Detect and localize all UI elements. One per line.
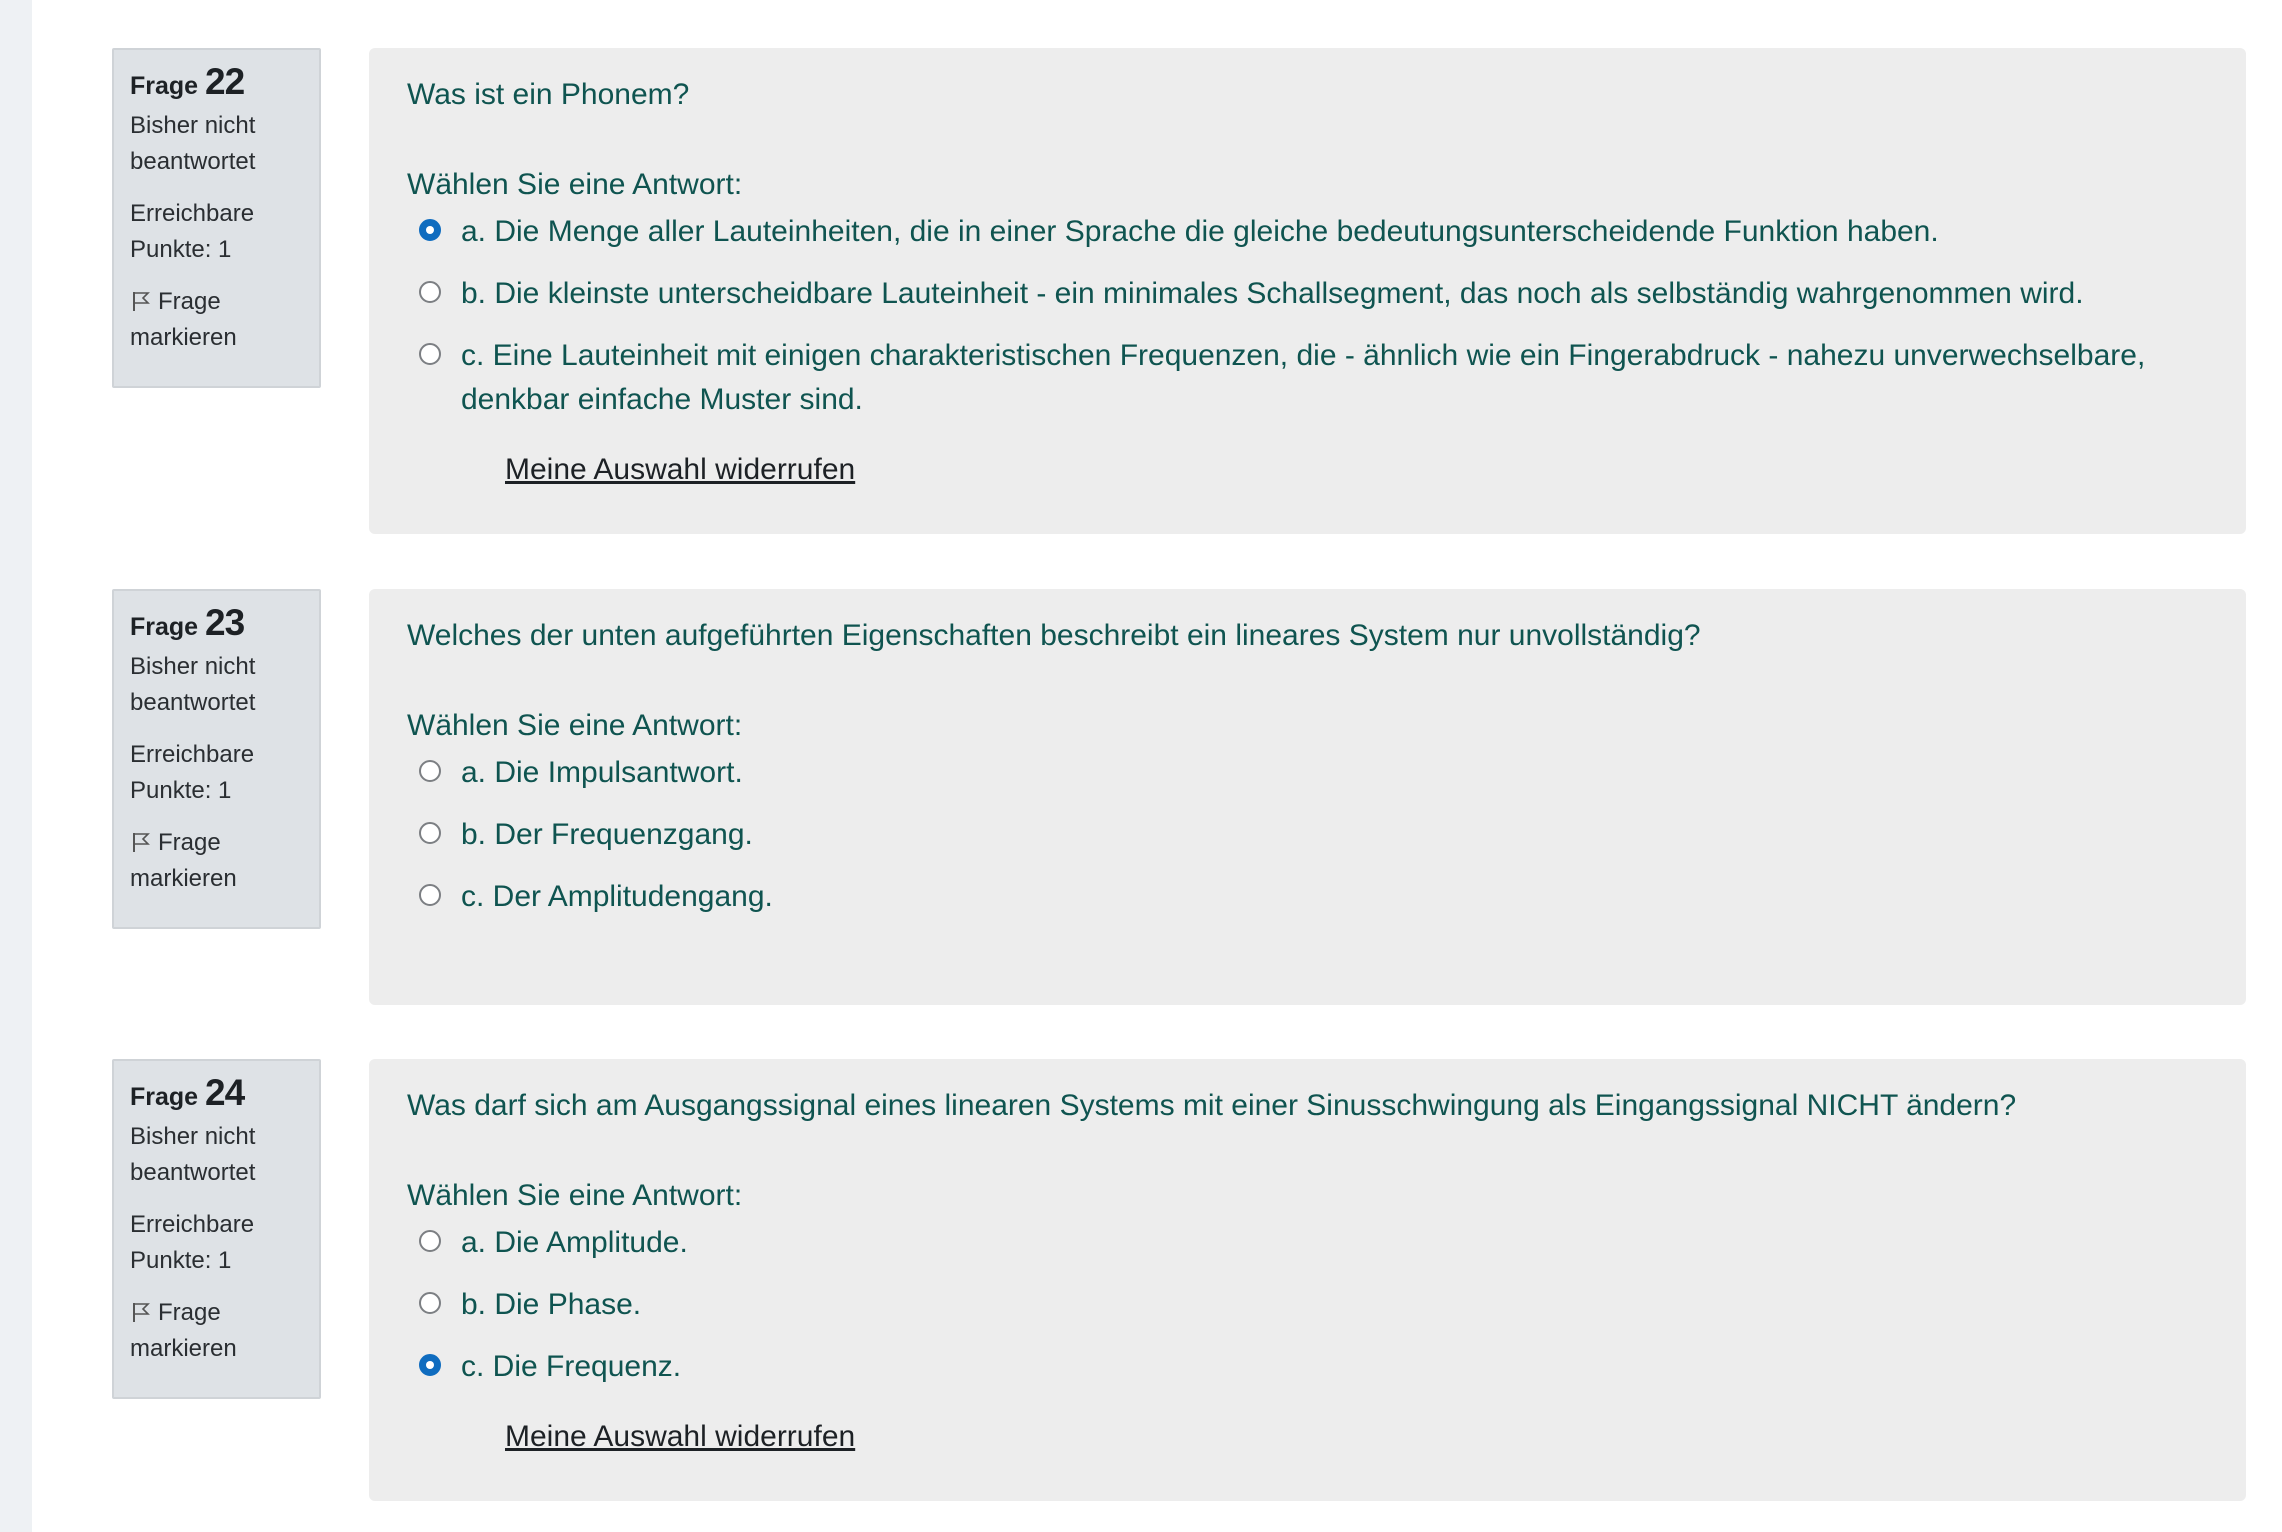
radio-button-c[interactable]: [419, 1354, 441, 1376]
question-text: Was ist ein Phonem?: [407, 78, 690, 111]
answer-option-label: a. Die Amplitude.: [461, 1226, 688, 1259]
question-content: Was ist ein Phonem? Wählen Sie eine Antw…: [369, 48, 2246, 534]
question-grade: Erreichbare Punkte: 1: [130, 200, 255, 263]
question-content: Welches der unten aufgeführten Eigenscha…: [369, 589, 2246, 1005]
question-number: Frage 22: [130, 61, 305, 104]
radio-button-b[interactable]: [419, 822, 441, 844]
flag-outline-icon: [133, 1303, 150, 1322]
flag-question-button[interactable]: Frage markieren: [130, 284, 305, 356]
radio-button-a[interactable]: [419, 219, 441, 241]
flag-question-button[interactable]: Frage markieren: [130, 1295, 305, 1367]
answer-options: a. Die Amplitude. b. Die Phase. c. Die F…: [407, 1221, 2206, 1389]
flag-outline-icon: [133, 833, 150, 852]
answer-prompt: Wählen Sie eine Antwort:: [407, 168, 743, 201]
question-grade: Erreichbare Punkte: 1: [130, 741, 255, 804]
answer-option-label: c. Der Amplitudengang.: [461, 880, 773, 913]
question-number: Frage 23: [130, 602, 305, 645]
answer-option-label: c. Eine Lauteinheit mit einigen charakte…: [461, 339, 2146, 416]
answer-option-b[interactable]: b. Der Frequenzgang.: [407, 813, 2206, 857]
question-number: Frage 24: [130, 1072, 305, 1115]
question-state: Bisher nicht beantwortet: [130, 1123, 256, 1186]
radio-button-c[interactable]: [419, 884, 441, 906]
answer-option-label: a. Die Impulsantwort.: [461, 756, 743, 789]
question-info-panel: Frage 23 Bisher nicht beantwortet Erreic…: [112, 589, 321, 929]
question-label: Frage: [130, 613, 199, 641]
question-number-value: 24: [205, 1072, 245, 1113]
answer-option-label: a. Die Menge aller Lauteinheiten, die in…: [461, 215, 1939, 248]
answer-option-a[interactable]: a. Die Menge aller Lauteinheiten, die in…: [407, 210, 2206, 254]
question-number-value: 23: [205, 602, 245, 643]
clear-choice-link[interactable]: Meine Auswahl widerrufen: [505, 1417, 855, 1457]
question-state: Bisher nicht beantwortet: [130, 112, 256, 175]
question-number-value: 22: [205, 61, 245, 102]
answer-option-c[interactable]: c. Die Frequenz.: [407, 1345, 2206, 1389]
question-content: Was darf sich am Ausgangssignal eines li…: [369, 1059, 2246, 1501]
radio-button-b[interactable]: [419, 281, 441, 303]
clear-choice-link[interactable]: Meine Auswahl widerrufen: [505, 450, 855, 490]
answer-option-label: b. Die kleinste unterscheidbare Lauteinh…: [461, 277, 2084, 310]
answer-options: a. Die Impulsantwort. b. Der Frequenzgan…: [407, 751, 2206, 919]
answer-option-label: b. Die Phase.: [461, 1288, 642, 1321]
radio-button-c[interactable]: [419, 343, 441, 365]
radio-button-a[interactable]: [419, 760, 441, 782]
question-text: Welches der unten aufgeführten Eigenscha…: [407, 619, 1701, 652]
radio-button-b[interactable]: [419, 1292, 441, 1314]
answer-prompt: Wählen Sie eine Antwort:: [407, 1179, 743, 1212]
answer-option-c[interactable]: c. Eine Lauteinheit mit einigen charakte…: [407, 334, 2206, 422]
question-label: Frage: [130, 1083, 199, 1111]
answer-option-a[interactable]: a. Die Impulsantwort.: [407, 751, 2206, 795]
answer-prompt: Wählen Sie eine Antwort:: [407, 709, 743, 742]
question-grade: Erreichbare Punkte: 1: [130, 1211, 255, 1274]
flag-question-button[interactable]: Frage markieren: [130, 825, 305, 897]
answer-option-a[interactable]: a. Die Amplitude.: [407, 1221, 2206, 1265]
answer-option-label: c. Die Frequenz.: [461, 1350, 682, 1383]
question-info-panel: Frage 22 Bisher nicht beantwortet Erreic…: [112, 48, 321, 388]
answer-option-label: b. Der Frequenzgang.: [461, 818, 753, 851]
radio-button-a[interactable]: [419, 1230, 441, 1252]
question-label: Frage: [130, 72, 199, 100]
answer-option-c[interactable]: c. Der Amplitudengang.: [407, 875, 2206, 919]
flag-outline-icon: [133, 292, 150, 311]
answer-options: a. Die Menge aller Lauteinheiten, die in…: [407, 210, 2206, 422]
answer-option-b[interactable]: b. Die Phase.: [407, 1283, 2206, 1327]
question-state: Bisher nicht beantwortet: [130, 653, 256, 716]
question-text: Was darf sich am Ausgangssignal eines li…: [407, 1089, 2017, 1122]
page-left-strip: [0, 0, 32, 1532]
question-info-panel: Frage 24 Bisher nicht beantwortet Erreic…: [112, 1059, 321, 1399]
answer-option-b[interactable]: b. Die kleinste unterscheidbare Lauteinh…: [407, 272, 2206, 316]
